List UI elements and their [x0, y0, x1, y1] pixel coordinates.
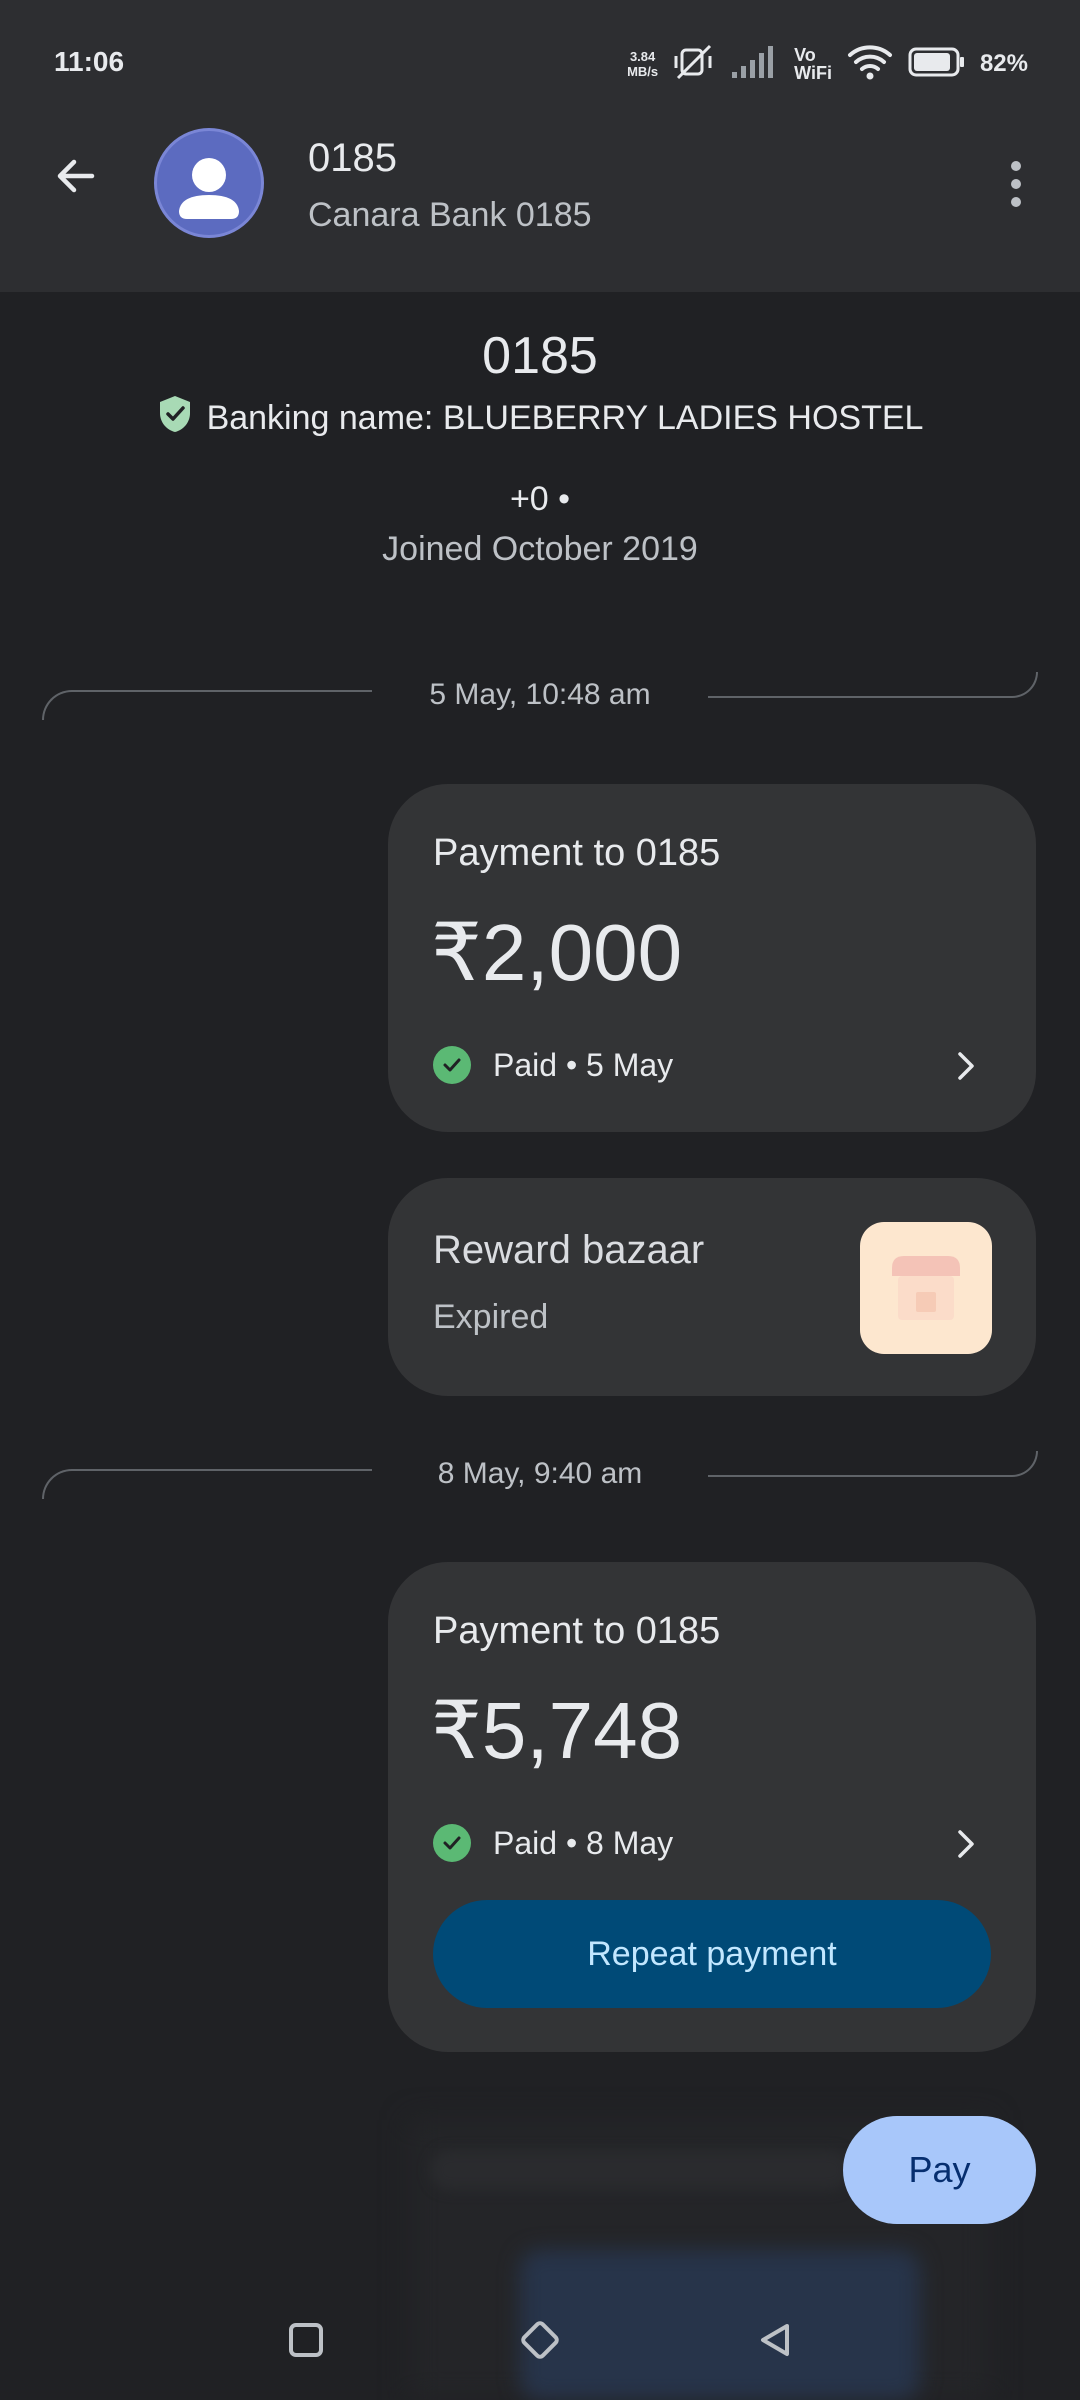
reward-status: Expired — [433, 1298, 549, 1336]
home-button[interactable] — [510, 2310, 570, 2370]
pay-button[interactable]: Pay — [843, 2116, 1036, 2224]
joined-date: Joined October 2019 — [382, 530, 698, 568]
status-icons: 3.84 MB/s Vo WiFi 82% — [627, 40, 1028, 88]
navigation-bar — [0, 2280, 1080, 2400]
banking-name: Banking name: BLUEBERRY LADIES HOSTEL — [206, 399, 924, 437]
payment-amount: ₹5,748 — [431, 1686, 683, 1775]
payment-title: Payment to 0185 — [433, 832, 721, 874]
network-speed: 3.84 MB/s — [627, 49, 658, 79]
network-speed-unit: MB/s — [627, 64, 659, 79]
status-bar: 11:06 3.84 MB/s Vo WiFi 82% — [0, 0, 1080, 128]
date-label: 8 May, 9:40 am — [437, 1457, 643, 1490]
back-nav-button[interactable] — [745, 2310, 805, 2370]
battery-icon — [908, 47, 966, 82]
phone-number: +0 • — [509, 480, 571, 518]
repeat-payment-button[interactable]: Repeat payment — [433, 1900, 991, 2008]
header-subtitle: Canara Bank 0185 — [308, 196, 592, 234]
square-icon — [289, 2323, 323, 2357]
header-title: 0185 — [308, 136, 397, 180]
wifi-icon — [846, 43, 894, 86]
vowifi-indicator: Vo WiFi — [794, 46, 832, 82]
payment-amount: ₹2,000 — [431, 908, 683, 997]
store-icon — [860, 1222, 992, 1354]
payment-card[interactable]: Payment to 0185 ₹2,000 Paid • 5 May — [388, 784, 1036, 1132]
date-separator: 8 May, 9:40 am — [42, 1451, 1038, 1501]
vowifi-line2: WiFi — [794, 63, 832, 83]
reward-card[interactable]: Reward bazaar Expired — [388, 1178, 1036, 1396]
arrow-back-icon — [52, 152, 100, 205]
vibrate-off-icon — [672, 42, 716, 87]
status-time: 11:06 — [54, 46, 125, 77]
triangle-back-icon — [761, 2324, 789, 2356]
date-separator: 5 May, 10:48 am — [42, 672, 1038, 722]
back-button[interactable] — [40, 142, 112, 214]
profile-name: 0185 — [482, 327, 598, 385]
network-speed-value: 3.84 — [629, 49, 656, 64]
payment-status: Paid • 5 May — [433, 1046, 673, 1084]
payment-status-text: Paid • 8 May — [493, 1824, 674, 1861]
check-circle-icon — [433, 1824, 471, 1862]
payment-title: Payment to 0185 — [433, 1610, 721, 1652]
signal-icon — [730, 44, 780, 85]
verified-shield-icon — [157, 394, 193, 443]
payment-card[interactable]: Payment to 0185 ₹5,748 Paid • 8 May Repe… — [388, 1562, 1036, 2052]
chevron-right-icon — [946, 1046, 986, 1086]
vowifi-line1: Vo — [794, 45, 816, 65]
date-label: 5 May, 10:48 am — [429, 678, 651, 711]
recents-button[interactable] — [276, 2310, 336, 2370]
payment-status: Paid • 8 May — [433, 1824, 673, 1862]
battery-percent: 82% — [979, 50, 1028, 77]
diamond-icon — [521, 2321, 559, 2359]
payment-status-text: Paid • 5 May — [493, 1046, 674, 1083]
more-vert-icon — [1011, 161, 1021, 171]
chevron-right-icon — [946, 1824, 986, 1864]
blurred-text — [430, 2150, 850, 2190]
avatar[interactable] — [154, 128, 264, 238]
reward-title: Reward bazaar — [433, 1228, 705, 1272]
more-options-button[interactable] — [988, 150, 1044, 218]
banking-name-row: Banking name: BLUEBERRY LADIES HOSTEL — [0, 394, 1080, 443]
check-circle-icon — [433, 1046, 471, 1084]
